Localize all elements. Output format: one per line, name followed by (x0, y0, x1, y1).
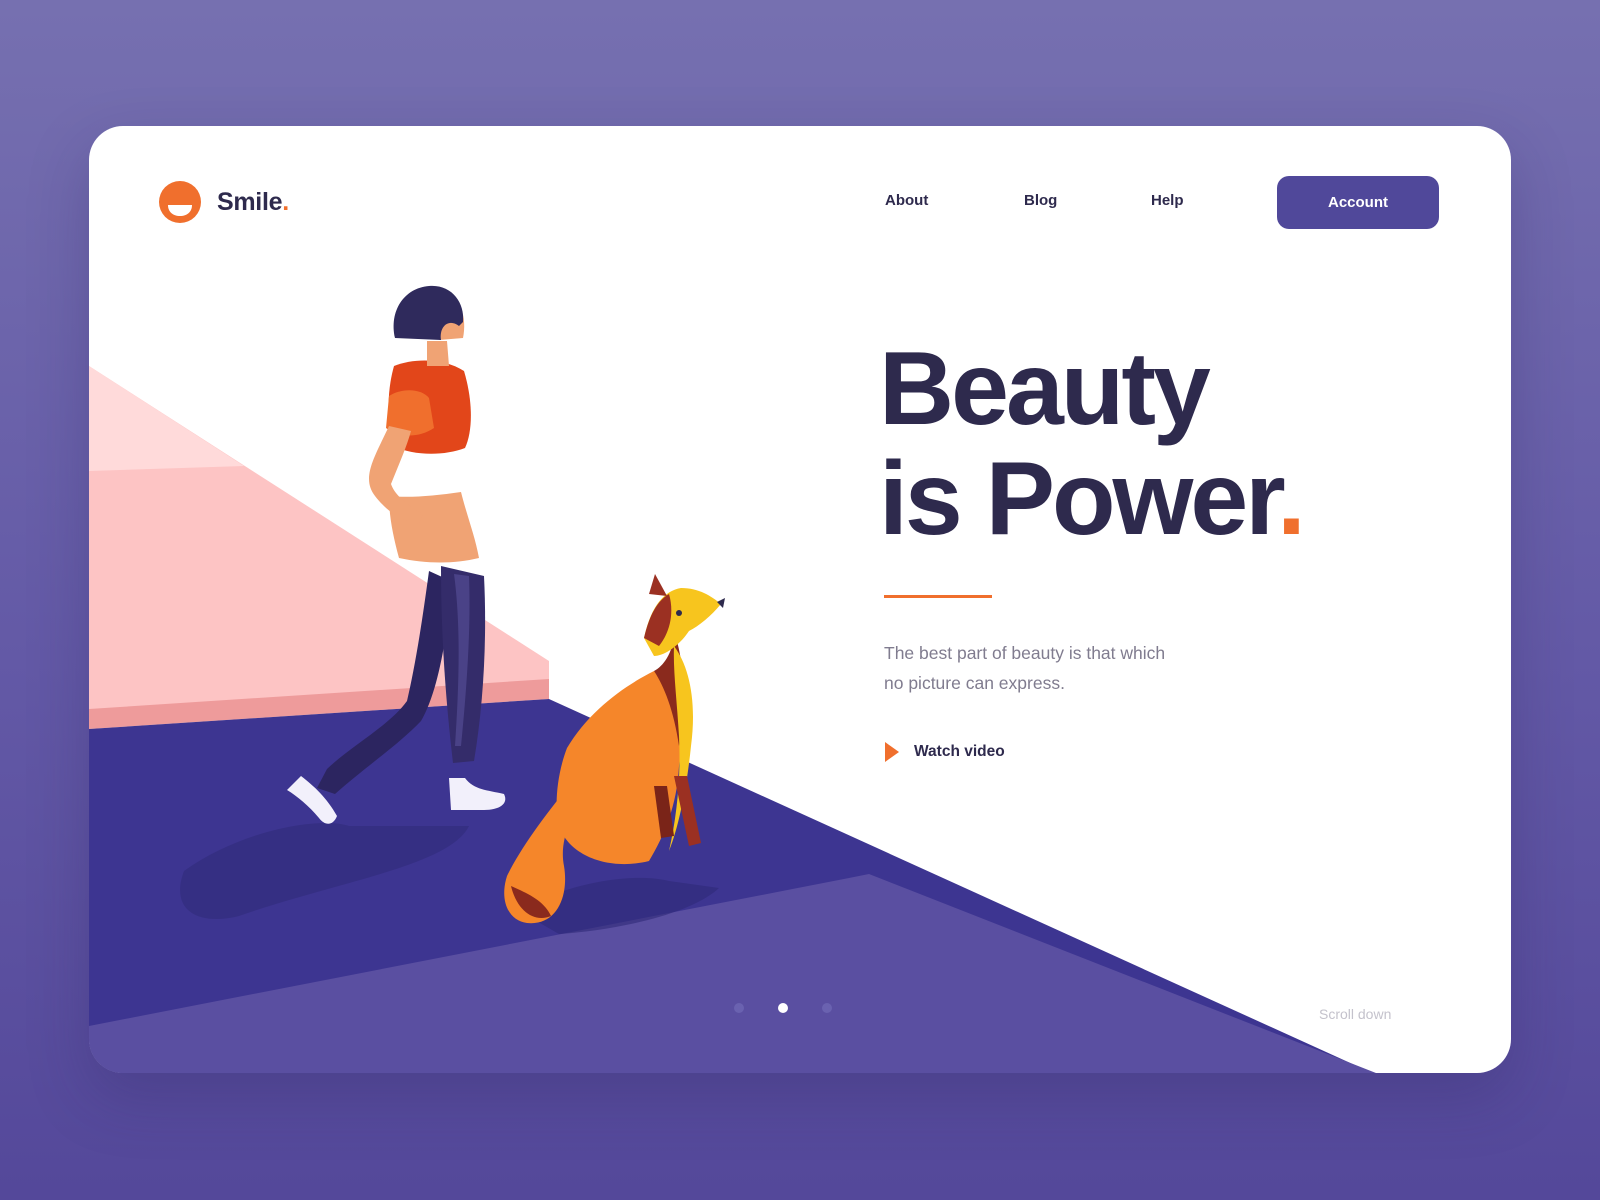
smile-logo-icon (159, 181, 201, 223)
hero-subtitle-line-1: The best part of beauty is that which (884, 643, 1166, 663)
pager-dot-2[interactable] (778, 1003, 788, 1013)
hero-subtitle-line-2: no picture can express. (884, 673, 1065, 693)
slide-pager (734, 1003, 832, 1013)
fox-eye (676, 610, 682, 616)
hero-title: Beauty is Power. (879, 331, 1306, 557)
pager-dot-3[interactable] (822, 1003, 832, 1013)
hero-illustration (89, 285, 1376, 1073)
hero-title-line-2-text: is Power (879, 441, 1280, 557)
hero-card: Smile . About Blog Help Account Beauty i… (89, 126, 1511, 1073)
hero-title-dot: . (1277, 441, 1306, 557)
pink-wall-light (89, 366, 244, 471)
brand-logo[interactable]: Smile . (159, 181, 289, 223)
hero-subtitle: The best part of beauty is that which no… (884, 638, 1214, 698)
brand-name: Smile (217, 187, 283, 216)
hero-title-line-2: is Power. (879, 441, 1306, 557)
woman-neck (427, 341, 449, 366)
fox-ear (649, 574, 667, 596)
watch-video-label: Watch video (914, 743, 1005, 760)
brand-dot: . (282, 187, 290, 216)
play-icon (885, 742, 899, 762)
pager-dot-1[interactable] (734, 1003, 744, 1013)
nav-blog[interactable]: Blog (1024, 192, 1057, 209)
account-button[interactable]: Account (1277, 176, 1439, 229)
scroll-down-link[interactable]: Scroll down (1319, 1006, 1391, 1022)
nav-help[interactable]: Help (1151, 192, 1184, 209)
nav-about[interactable]: About (885, 192, 928, 209)
hero-divider (884, 595, 992, 598)
hero-title-line-1: Beauty (879, 331, 1211, 447)
watch-video-button[interactable]: Watch video (884, 741, 1005, 763)
